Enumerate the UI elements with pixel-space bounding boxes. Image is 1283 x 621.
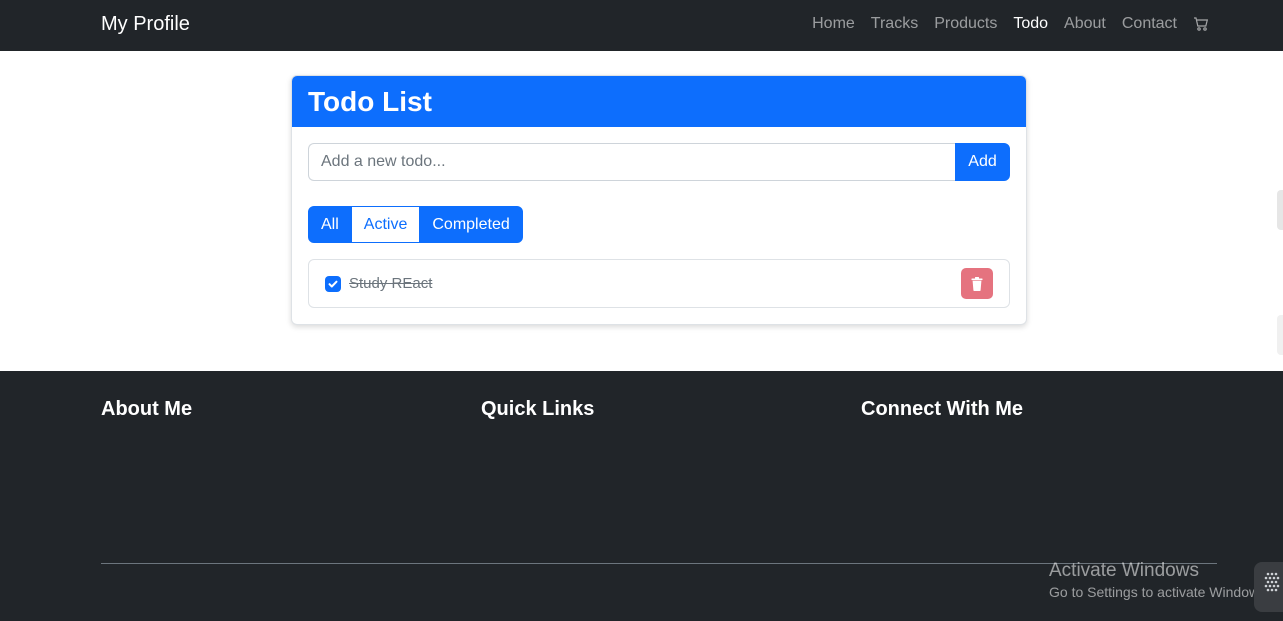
- scroll-edge-handle[interactable]: [1277, 190, 1283, 230]
- todo-input[interactable]: [308, 143, 955, 181]
- cart-icon[interactable]: [1193, 16, 1209, 32]
- corner-widget[interactable]: [1254, 562, 1283, 612]
- footer-heading-quick-links: Quick Links: [481, 398, 595, 420]
- filter-all-button[interactable]: All: [308, 206, 352, 243]
- check-icon: [328, 280, 338, 287]
- filter-group: All Active Completed: [308, 206, 523, 243]
- add-button[interactable]: Add: [955, 143, 1010, 181]
- todo-title: Todo List: [308, 85, 432, 117]
- nav-link-about[interactable]: About: [1064, 14, 1106, 34]
- filter-completed-button[interactable]: Completed: [419, 206, 523, 243]
- todo-card-header: Todo List: [292, 76, 1026, 127]
- nav-link-home[interactable]: Home: [812, 14, 855, 34]
- brand-link[interactable]: My Profile: [101, 12, 190, 36]
- todo-card: Todo List Add All Active Completed Study…: [291, 75, 1027, 325]
- trash-icon: [971, 276, 983, 291]
- activate-windows-subtitle: Go to Settings to activate Windows.: [1049, 584, 1270, 600]
- todo-text: Study REact: [349, 275, 433, 292]
- nav-link-tracks[interactable]: Tracks: [871, 14, 918, 34]
- todo-item: Study REact: [308, 259, 1010, 308]
- filter-active-button[interactable]: Active: [350, 206, 421, 243]
- scroll-edge-handle-lower[interactable]: [1277, 315, 1283, 355]
- dots-icon: [1264, 572, 1280, 592]
- navbar: My Profile Home Tracks Products Todo Abo…: [0, 0, 1283, 51]
- delete-button[interactable]: [961, 268, 993, 299]
- add-todo-row: Add: [308, 143, 1010, 181]
- activate-windows-watermark: Activate Windows Go to Settings to activ…: [1049, 560, 1270, 602]
- nav-link-todo[interactable]: Todo: [1013, 14, 1048, 34]
- nav-links: Home Tracks Products Todo About Contact: [796, 14, 1209, 34]
- activate-windows-title: Activate Windows: [1049, 560, 1199, 581]
- nav-link-contact[interactable]: Contact: [1122, 14, 1177, 34]
- nav-link-products[interactable]: Products: [934, 14, 997, 34]
- footer-heading-about: About Me: [101, 398, 193, 420]
- todo-checkbox[interactable]: [325, 275, 341, 292]
- footer-heading-connect: Connect With Me: [861, 398, 1024, 420]
